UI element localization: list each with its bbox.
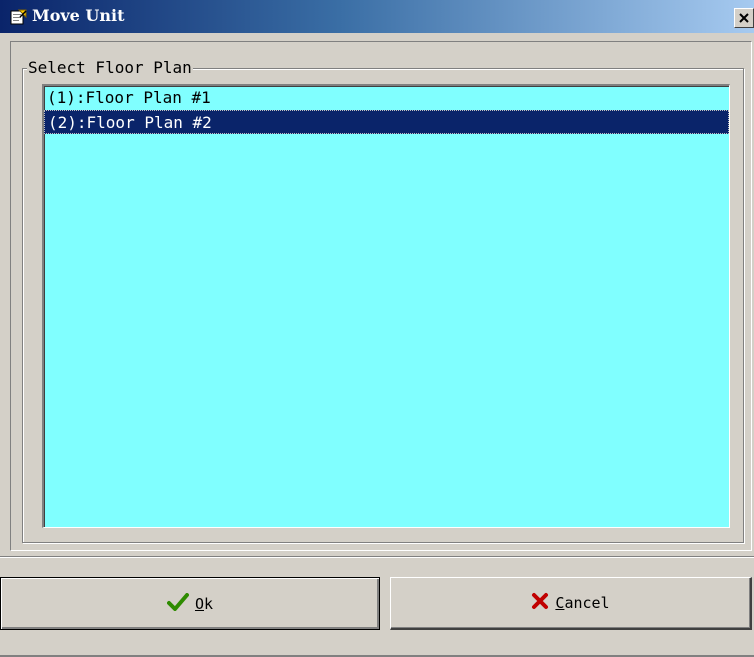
floor-plan-list[interactable]: (1):Floor Plan #1 (2):Floor Plan #2 [42, 84, 730, 528]
checkmark-icon [166, 592, 189, 615]
close-button[interactable] [734, 8, 754, 28]
window-title: Move Unit [32, 6, 125, 25]
ok-accelerator: O [194, 594, 204, 613]
button-bar: Ok Cancel [0, 570, 754, 657]
floor-plan-item-2[interactable]: (2):Floor Plan #2 [44, 110, 729, 134]
ok-button[interactable]: Ok [0, 577, 380, 630]
floor-plan-item-1[interactable]: (1):Floor Plan #1 [44, 86, 729, 110]
close-icon [739, 13, 749, 23]
x-mark-icon [531, 592, 549, 614]
move-unit-dialog: Move Unit Select Floor Plan (1):Floor Pl… [0, 0, 754, 657]
ok-label-rest: k [204, 594, 214, 613]
groupbox-legend: Select Floor Plan [27, 58, 193, 77]
title-bar[interactable]: Move Unit [0, 0, 754, 33]
move-unit-icon [10, 8, 28, 26]
cancel-label-rest: ancel [564, 594, 610, 612]
ok-label: Ok [195, 595, 213, 613]
cancel-label: Cancel [555, 594, 609, 612]
cancel-button[interactable]: Cancel [390, 577, 752, 630]
divider-highlight [0, 557, 754, 558]
